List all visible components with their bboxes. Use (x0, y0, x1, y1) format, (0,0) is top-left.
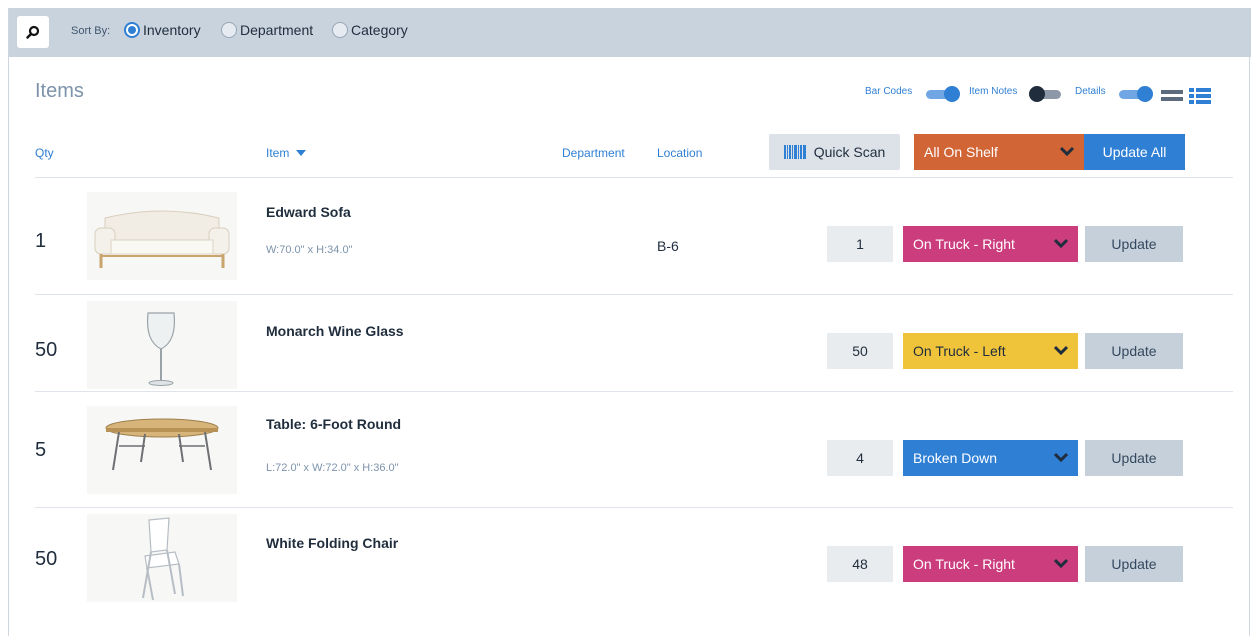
all-status-value: All On Shelf (924, 144, 998, 160)
update-button[interactable]: Update (1085, 226, 1183, 262)
sort-descending-icon (295, 150, 306, 156)
item-notes-toggle[interactable] (1029, 86, 1063, 102)
bar-codes-label: Bar Codes (865, 86, 913, 97)
barcode-icon (783, 145, 806, 159)
update-button[interactable]: Update (1085, 546, 1183, 582)
count-input[interactable]: 50 (827, 333, 893, 369)
update-button[interactable]: Update (1085, 333, 1183, 369)
row-qty: 50 (35, 548, 58, 570)
count-input[interactable]: 1 (827, 226, 893, 262)
wine-glass-image (87, 301, 237, 389)
divider (35, 294, 1233, 295)
status-select[interactable]: On Truck - Left (903, 333, 1078, 369)
divider (35, 391, 1233, 392)
search-icon (26, 25, 40, 39)
item-thumbnail (87, 514, 237, 602)
status-select[interactable]: On Truck - Right (903, 546, 1078, 582)
details-toggle[interactable] (1119, 86, 1153, 102)
search-button[interactable] (17, 16, 49, 48)
status-select[interactable]: On Truck - Right (903, 226, 1078, 262)
count-input[interactable]: 4 (827, 440, 893, 476)
all-status-select[interactable]: All On Shelf (914, 134, 1084, 170)
chevron-down-icon (1054, 558, 1068, 568)
bar-codes-toggle[interactable] (926, 86, 960, 102)
quick-scan-button[interactable]: Quick Scan (769, 134, 900, 170)
column-header-qty[interactable]: Qty (35, 146, 54, 160)
column-header-department[interactable]: Department (562, 146, 625, 160)
item-thumbnail (87, 301, 237, 389)
radio-unselected-icon (221, 22, 237, 38)
status-select[interactable]: Broken Down (903, 440, 1078, 476)
sort-toolbar: Sort By: Inventory Department Category (9, 8, 1251, 57)
folding-chair-image (87, 514, 237, 602)
row-qty: 1 (35, 230, 47, 252)
details-label: Details (1075, 86, 1106, 97)
sort-by-label: Sort By: (71, 25, 111, 37)
item-name[interactable]: White Folding Chair (266, 535, 398, 551)
radio-selected-icon (124, 22, 140, 38)
divider (35, 177, 1233, 178)
detail-list-view-icon[interactable] (1189, 88, 1211, 104)
column-header-item[interactable]: Item (266, 146, 306, 160)
sort-category-radio[interactable]: Category (332, 22, 408, 38)
item-name[interactable]: Monarch Wine Glass (266, 323, 404, 339)
list-view-icon[interactable] (1161, 90, 1183, 102)
column-header-location[interactable]: Location (657, 146, 702, 160)
status-value: On Truck - Right (913, 236, 1015, 252)
row-qty: 5 (35, 439, 47, 461)
inventory-panel: Sort By: Inventory Department Category I… (8, 8, 1251, 636)
status-value: On Truck - Left (913, 343, 1006, 359)
item-dimensions: W:70.0" x H:34.0" (266, 244, 353, 256)
chevron-down-icon (1060, 146, 1074, 156)
quick-scan-label: Quick Scan (813, 144, 886, 160)
sort-option-label: Inventory (143, 22, 201, 38)
sort-inventory-radio[interactable]: Inventory (124, 22, 201, 38)
status-value: On Truck - Right (913, 556, 1015, 572)
item-notes-label: Item Notes (969, 86, 1018, 97)
sort-option-label: Category (351, 22, 408, 38)
column-header-item-label: Item (266, 146, 290, 160)
update-all-button[interactable]: Update All (1084, 134, 1185, 170)
divider (35, 507, 1233, 508)
chevron-down-icon (1054, 452, 1068, 462)
item-location: B-6 (657, 238, 679, 254)
sort-option-label: Department (240, 22, 314, 38)
sort-department-radio[interactable]: Department (221, 22, 313, 38)
page-title: Items (35, 80, 84, 102)
row-qty: 50 (35, 339, 58, 361)
item-name[interactable]: Edward Sofa (266, 204, 351, 220)
item-thumbnail (87, 406, 237, 494)
item-thumbnail (87, 192, 237, 280)
chevron-down-icon (1054, 345, 1068, 355)
round-table-image (87, 406, 237, 494)
update-button[interactable]: Update (1085, 440, 1183, 476)
item-dimensions: L:72.0" x W:72.0" x H:36.0" (266, 462, 399, 474)
sofa-image (87, 192, 237, 280)
count-input[interactable]: 48 (827, 546, 893, 582)
chevron-down-icon (1054, 238, 1068, 248)
radio-unselected-icon (332, 22, 348, 38)
status-value: Broken Down (913, 450, 998, 466)
item-name[interactable]: Table: 6-Foot Round (266, 416, 401, 432)
